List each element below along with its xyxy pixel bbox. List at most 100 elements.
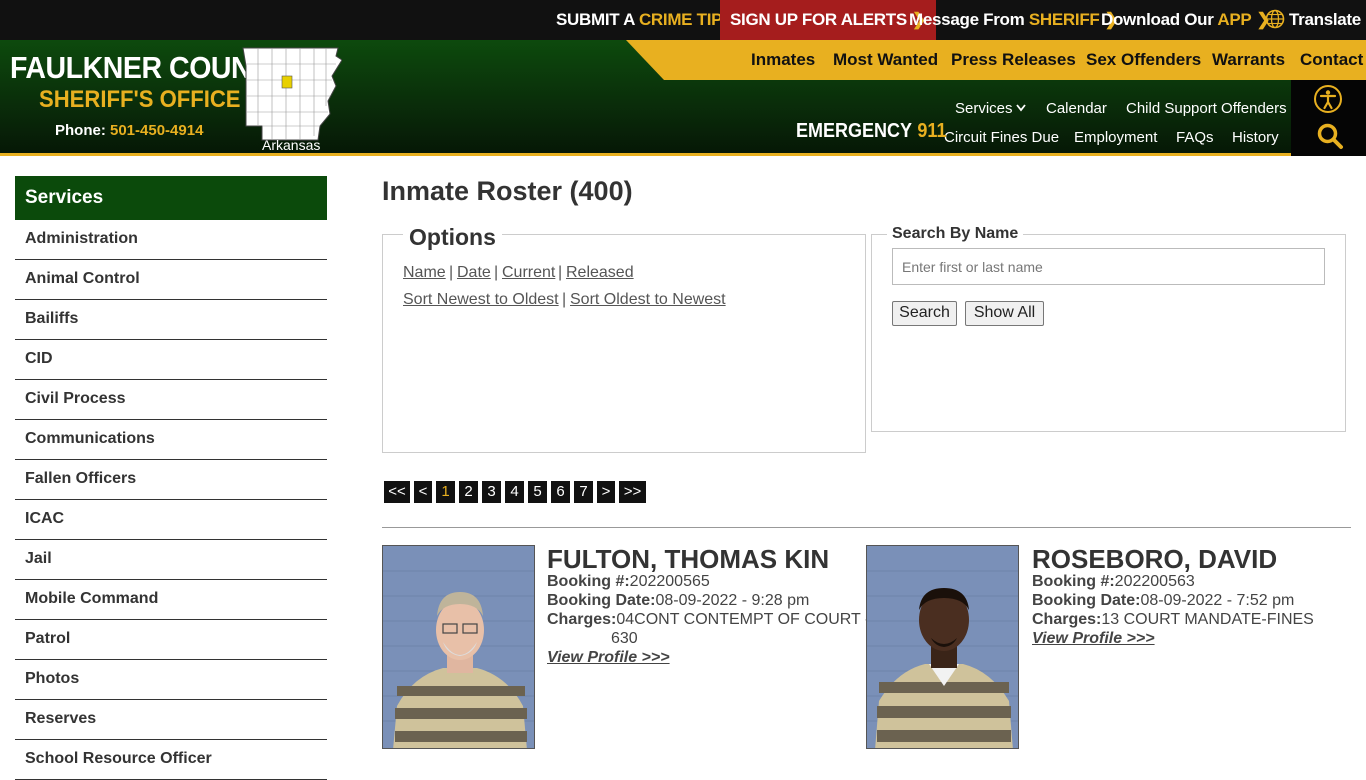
charges-text: 13 COURT MANDATE-FINES — [1101, 611, 1314, 628]
nav-services-dropdown[interactable]: Services — [955, 100, 1026, 117]
booking-number: 202200565 — [629, 573, 710, 590]
filter-released-link[interactable]: Released — [566, 264, 634, 282]
page-button-4[interactable]: 4 — [505, 481, 524, 503]
sidebar-item-cid[interactable]: CID — [15, 340, 327, 380]
options-legend: Options — [403, 224, 502, 251]
arkansas-map-icon — [242, 47, 342, 141]
page-button-6[interactable]: 6 — [551, 481, 570, 503]
filter-date-link[interactable]: Date — [457, 264, 491, 282]
nav-inmates[interactable]: Inmates — [751, 40, 815, 80]
nav-most-wanted[interactable]: Most Wanted — [833, 40, 938, 80]
page-last-button[interactable]: >> — [619, 481, 646, 503]
nav-press-releases[interactable]: Press Releases — [951, 40, 1076, 80]
inmate-photo[interactable] — [382, 545, 535, 749]
nav-sex-offenders[interactable]: Sex Offenders — [1086, 40, 1201, 80]
message-prefix: Message From — [909, 10, 1029, 29]
booking-label: Booking #: — [547, 573, 630, 590]
nav-calendar[interactable]: Calendar — [1046, 100, 1107, 117]
view-profile-link[interactable]: View Profile >>> — [1032, 630, 1155, 648]
download-app-link[interactable]: Download Our APP ❯ — [1101, 0, 1271, 40]
search-legend: Search By Name — [887, 225, 1024, 243]
page-button-5[interactable]: 5 — [528, 481, 547, 503]
charges-text: 04CONT CONTEMPT OF COURT - — [616, 611, 871, 628]
sidebar-item-civil-process[interactable]: Civil Process — [15, 380, 327, 420]
separator: | — [494, 264, 499, 281]
page-next-button[interactable]: > — [597, 481, 615, 503]
charges-row: Charges:13 COURT MANDATE-FINES — [1032, 611, 1314, 629]
booking-date: 08-09-2022 - 7:52 pm — [1140, 592, 1295, 609]
sidebar-item-animal-control[interactable]: Animal Control — [15, 260, 327, 300]
sort-oldest-link[interactable]: Sort Oldest to Newest — [570, 291, 726, 309]
sidebar-item-fallen-officers[interactable]: Fallen Officers — [15, 460, 327, 500]
search-button[interactable]: Search — [892, 301, 957, 326]
crime-tip-prefix: SUBMIT A — [556, 10, 639, 29]
booking-label: Booking #: — [1032, 573, 1115, 590]
filter-name-link[interactable]: Name — [403, 264, 446, 282]
page-title: Inmate Roster (400) — [382, 176, 633, 206]
booking-date-label: Booking Date: — [547, 592, 656, 609]
charges-text-continued: 630 — [611, 630, 638, 647]
page-button-2[interactable]: 2 — [459, 481, 478, 503]
nav-warrants[interactable]: Warrants — [1212, 40, 1285, 80]
separator: | — [562, 291, 567, 308]
page-first-button[interactable]: << — [384, 481, 410, 503]
charges-label: Charges: — [547, 611, 617, 628]
accessibility-icon[interactable] — [1314, 85, 1342, 113]
nav-history[interactable]: History — [1232, 129, 1279, 146]
services-label: Services — [955, 100, 1013, 117]
sidebar-item-patrol[interactable]: Patrol — [15, 620, 327, 660]
site-logo-subtitle[interactable]: SHERIFF'S OFFICE — [39, 86, 241, 114]
search-icon[interactable] — [1316, 122, 1344, 150]
site-header: FAULKNER COUNTY SHERIFF'S OFFICE Phone: … — [0, 40, 1366, 156]
phone-label: Phone: — [55, 122, 110, 139]
nav-circuit-fines-due[interactable]: Circuit Fines Due — [944, 129, 1059, 146]
translate-button[interactable]: Translate — [1265, 0, 1361, 40]
sidebar-item-reserves[interactable]: Reserves — [15, 700, 327, 740]
globe-icon — [1265, 9, 1285, 29]
crime-tip-highlight: CRIME TIP — [638, 10, 723, 29]
separator: | — [449, 264, 454, 281]
show-all-button[interactable]: Show All — [965, 301, 1044, 326]
submit-crime-tip-link[interactable]: SUBMIT A CRIME TIP❯ — [556, 0, 741, 40]
inmate-photo[interactable] — [866, 545, 1019, 749]
message-highlight: SHERIFF — [1028, 10, 1100, 29]
chevron-down-icon — [1015, 104, 1026, 112]
inmate-name[interactable]: ROSEBORO, DAVID — [1032, 544, 1277, 575]
page-prev-button[interactable]: < — [414, 481, 432, 503]
sidebar-item-icac[interactable]: ICAC — [15, 500, 327, 540]
sort-newest-link[interactable]: Sort Newest to Oldest — [403, 291, 559, 309]
search-input[interactable] — [892, 248, 1325, 285]
download-highlight: APP — [1217, 10, 1252, 29]
booking-number: 202200563 — [1114, 573, 1195, 590]
sidebar-item-photos[interactable]: Photos — [15, 660, 327, 700]
inmate-name[interactable]: FULTON, THOMAS KIN — [547, 544, 829, 575]
sidebar-item-bailiffs[interactable]: Bailiffs — [15, 300, 327, 340]
sign-up-alerts-link[interactable]: SIGN UP FOR ALERTS ❯ — [720, 0, 936, 40]
sidebar-item-communications[interactable]: Communications — [15, 420, 327, 460]
top-utility-bar: SUBMIT A CRIME TIP❯ SIGN UP FOR ALERTS❯ … — [0, 0, 1366, 40]
filter-current-link[interactable]: Current — [502, 264, 555, 282]
sidebar-item-mobile-command[interactable]: Mobile Command — [15, 580, 327, 620]
page-button-7[interactable]: 7 — [574, 481, 593, 503]
nav-employment[interactable]: Employment — [1074, 129, 1157, 146]
emergency-label: EMERGENCY — [796, 120, 913, 142]
nav-child-support-offenders[interactable]: Child Support Offenders — [1126, 100, 1287, 117]
header-phone: Phone: 501-450-4914 — [55, 122, 203, 139]
sidebar-item-administration[interactable]: Administration — [15, 220, 327, 260]
message-from-sheriff-link[interactable]: Message From SHERIFF ❯ — [909, 0, 1119, 40]
phone-number[interactable]: 501-450-4914 — [110, 122, 203, 139]
booking-date-row: Booking Date:08-09-2022 - 7:52 pm — [1032, 592, 1294, 610]
nav-contact[interactable]: Contact — [1300, 40, 1363, 80]
sidebar-title: Services — [15, 176, 327, 220]
sidebar-item-jail[interactable]: Jail — [15, 540, 327, 580]
divider — [382, 527, 1351, 528]
sidebar-item-school-resource-officer[interactable]: School Resource Officer — [15, 740, 327, 780]
page-button-1[interactable]: 1 — [436, 481, 455, 503]
view-profile-link[interactable]: View Profile >>> — [547, 649, 670, 667]
charges-label: Charges: — [1032, 611, 1102, 628]
nav-faqs[interactable]: FAQs — [1176, 129, 1214, 146]
charges-row: Charges:04CONT CONTEMPT OF COURT - — [547, 611, 870, 629]
emergency-911[interactable]: 911 — [917, 120, 946, 142]
booking-number-row: Booking #:202200565 — [547, 573, 710, 591]
page-button-3[interactable]: 3 — [482, 481, 501, 503]
